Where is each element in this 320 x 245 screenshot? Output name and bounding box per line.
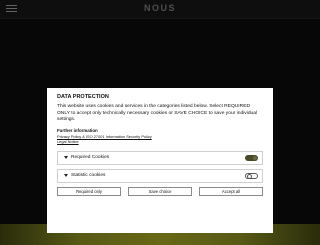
statistic-cookies-toggle[interactable] — [245, 172, 258, 180]
data-protection-dialog: DATA PROTECTION This website uses cookie… — [47, 88, 273, 233]
dialog-title: DATA PROTECTION — [57, 94, 109, 100]
dialog-description: This website uses cookies and services i… — [57, 104, 258, 123]
category-required-cookies[interactable]: Required Cookies — [57, 150, 263, 165]
category-label: Required Cookies — [71, 155, 110, 161]
required-cookies-toggle[interactable] — [245, 154, 258, 161]
accept-all-button[interactable]: Accept all — [199, 186, 263, 196]
save-choice-button[interactable]: Save choice — [128, 186, 192, 196]
chevron-down-icon[interactable] — [64, 174, 68, 178]
toggle-knob — [246, 174, 252, 180]
required-only-button[interactable]: Required only — [57, 186, 121, 196]
category-label: Statistic cookies — [71, 173, 106, 179]
category-statistic-cookies[interactable]: Statistic cookies — [57, 168, 263, 183]
chevron-down-icon[interactable] — [64, 156, 68, 160]
legal-notice-link[interactable]: Legal Notice — [57, 139, 263, 144]
toggle-knob — [253, 155, 257, 160]
